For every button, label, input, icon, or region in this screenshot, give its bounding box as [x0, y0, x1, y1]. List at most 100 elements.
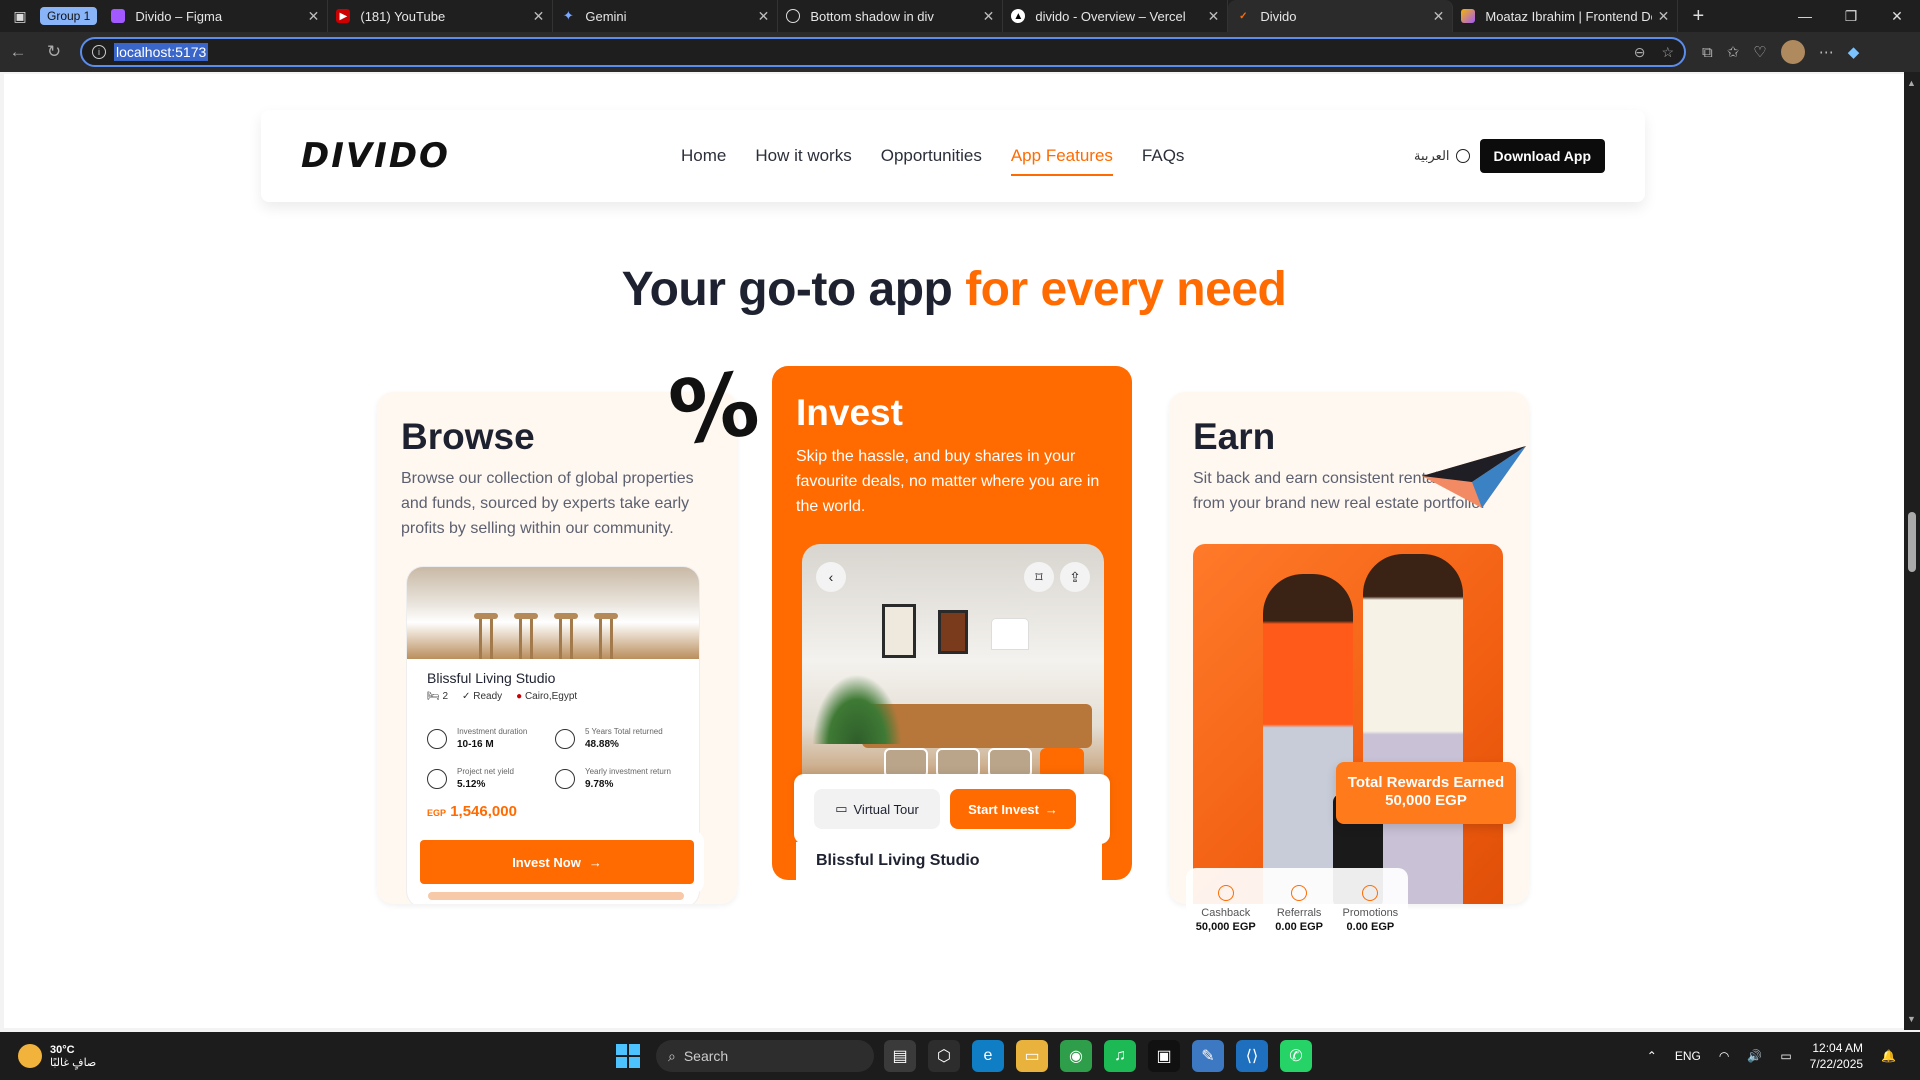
url-text[interactable]: localhost:5173: [114, 43, 209, 61]
zoom-icon[interactable]: ⊖: [1634, 44, 1646, 61]
stat-total-returned: 5 Years Total returned 48.88%: [555, 727, 663, 750]
divido-logo[interactable]: DIVIDO: [301, 136, 448, 176]
invest-now-button[interactable]: Invest Now →: [420, 840, 694, 884]
download-app-button[interactable]: Download App: [1479, 139, 1605, 173]
nav-opportunities[interactable]: Opportunities: [881, 140, 982, 172]
windows-start-icon[interactable]: [616, 1044, 640, 1068]
window-controls: — ❐ ✕: [1782, 8, 1920, 25]
close-window-icon[interactable]: ✕: [1874, 8, 1920, 25]
close-icon[interactable]: ✕: [758, 8, 770, 25]
clock[interactable]: 12:04 AM 7/22/2025: [1810, 1040, 1863, 1072]
wifi-icon[interactable]: ◠: [1719, 1049, 1729, 1063]
invest-card: Invest Skip the hassle, and buy shares i…: [772, 366, 1132, 880]
terminal-icon[interactable]: ▣: [1148, 1040, 1180, 1072]
app-icon[interactable]: ⬡: [928, 1040, 960, 1072]
clock-time: 12:04 AM: [1812, 1041, 1864, 1055]
bookmark-icon[interactable]: ⌑: [1024, 562, 1054, 592]
input-language[interactable]: ENG: [1675, 1049, 1701, 1063]
page-viewport: DIVIDO Home How it works Opportunities A…: [4, 74, 1904, 1028]
taskbar-search[interactable]: ⌕ Search: [656, 1040, 874, 1072]
close-icon[interactable]: ✕: [1658, 8, 1670, 25]
minimize-icon[interactable]: —: [1782, 8, 1828, 25]
heading-main: Your go-to app: [621, 263, 966, 316]
tab-portfolio[interactable]: Moataz Ibrahim | Frontend Dev ✕: [1453, 0, 1679, 32]
favorites-icon[interactable]: ✩: [1727, 43, 1740, 61]
stat-yearly-return: Yearly investment return 9.78%: [555, 767, 671, 790]
notifications-icon[interactable]: 🔔: [1881, 1049, 1896, 1063]
browse-card: Browse Browse our collection of global p…: [377, 392, 737, 904]
scroll-thumb[interactable]: [1908, 512, 1916, 572]
dollar-icon: [555, 729, 575, 749]
spotify-icon[interactable]: ♫: [1104, 1040, 1136, 1072]
page-scrollbar[interactable]: ▲ ▼: [1904, 72, 1920, 1030]
stat-value: 48.88%: [585, 739, 619, 750]
chrome-icon[interactable]: ◉: [1060, 1040, 1092, 1072]
extensions-icon[interactable]: ⧉: [1702, 44, 1713, 61]
nav-how-it-works[interactable]: How it works: [755, 140, 851, 172]
nav-faqs[interactable]: FAQs: [1142, 140, 1185, 172]
peach-strip: [428, 892, 684, 900]
file-explorer-icon[interactable]: ▭: [1016, 1040, 1048, 1072]
close-icon[interactable]: ✕: [983, 8, 995, 25]
chevron-up-icon[interactable]: ⌃: [1647, 1049, 1657, 1063]
new-tab-icon[interactable]: +: [1678, 0, 1718, 32]
more-icon[interactable]: ⋯: [1819, 43, 1834, 61]
beds-info: 🛏 2: [427, 691, 449, 702]
scroll-down-icon[interactable]: ▼: [1907, 1014, 1916, 1024]
invest-phone-mockup: ‹ ⌑ ⇪: [802, 544, 1104, 804]
scroll-up-icon[interactable]: ▲: [1907, 78, 1916, 88]
close-icon[interactable]: ✕: [533, 8, 545, 25]
star-icon[interactable]: ☆: [1661, 44, 1674, 61]
edge-icon[interactable]: e: [972, 1040, 1004, 1072]
tab-divido[interactable]: ✓ Divido ✕: [1228, 0, 1454, 32]
reload-icon[interactable]: ↻: [36, 42, 72, 62]
info-icon[interactable]: i: [92, 45, 106, 59]
search-icon: ⌕: [668, 1047, 676, 1064]
close-icon[interactable]: ✕: [1208, 8, 1220, 25]
status-value: Ready: [473, 691, 503, 702]
paint-icon[interactable]: ✎: [1192, 1040, 1224, 1072]
omnibox[interactable]: i localhost:5173 ⊖ ☆: [80, 37, 1686, 67]
nav-app-features[interactable]: App Features: [1010, 140, 1113, 176]
restore-icon[interactable]: ❐: [1828, 8, 1874, 25]
close-icon[interactable]: ✕: [308, 8, 320, 25]
tab-bottom-shadow[interactable]: Bottom shadow in div ✕: [778, 0, 1004, 32]
property-price: EGP 1,546,000: [427, 803, 517, 820]
health-icon[interactable]: ♡: [1753, 43, 1766, 61]
virtual-tour-button[interactable]: ▭ Virtual Tour: [814, 789, 940, 829]
status-info: ✓ Ready: [462, 691, 503, 702]
volume-icon[interactable]: 🔊: [1747, 1049, 1762, 1063]
whatsapp-icon[interactable]: ✆: [1280, 1040, 1312, 1072]
virtual-tour-label: Virtual Tour: [853, 801, 919, 817]
rewards-value: 50,000 EGP: [1385, 792, 1467, 809]
tab-youtube[interactable]: ▶ (181) YouTube ✕: [328, 0, 554, 32]
profile-avatar[interactable]: [1780, 40, 1805, 64]
tab-vercel[interactable]: ▲ divido - Overview – Vercel ✕: [1003, 0, 1229, 32]
vscode-icon[interactable]: ⟨⟩: [1236, 1040, 1268, 1072]
figma-icon: [111, 9, 126, 23]
copilot-icon[interactable]: ◆: [1848, 43, 1860, 61]
share-icon[interactable]: ⇪: [1060, 562, 1090, 592]
back-icon[interactable]: ←: [0, 42, 36, 62]
back-arrow-icon[interactable]: ‹: [816, 562, 846, 592]
nav-home[interactable]: Home: [681, 140, 726, 172]
tab-figma[interactable]: Divido – Figma ✕: [103, 0, 329, 32]
weather-widget[interactable]: 30°C صافٍ غالبًا: [18, 1044, 96, 1069]
invest-desc: Skip the hassle, and buy shares in your …: [796, 448, 1100, 515]
stat-label: Yearly investment return: [585, 767, 671, 776]
close-icon[interactable]: ✕: [1433, 8, 1445, 25]
tab-actions-icon[interactable]: ▣: [0, 0, 40, 32]
cashback-stat: Cashback 50,000 EGP: [1196, 885, 1256, 933]
taskbar: 30°C صافٍ غالبًا ⌕ Search ▤ ⬡ e ▭ ◉ ♫ ▣ ✎ …: [0, 1032, 1920, 1080]
beds-value: 2: [442, 691, 449, 702]
tab-gemini[interactable]: ✦ Gemini ✕: [553, 0, 779, 32]
battery-icon[interactable]: ▭: [1780, 1049, 1791, 1063]
cash-icon: [427, 769, 447, 789]
tab-group-chip[interactable]: Group 1: [40, 7, 98, 25]
stat-label: Promotions: [1342, 907, 1399, 919]
start-invest-button[interactable]: Start Invest →: [950, 789, 1076, 829]
pinned-apps: ▤ ⬡ e ▭ ◉ ♫ ▣ ✎ ⟨⟩ ✆: [884, 1040, 1312, 1072]
language-switch[interactable]: العربية: [1414, 148, 1470, 164]
task-view-icon[interactable]: ▤: [884, 1040, 916, 1072]
invest-title: Invest: [796, 392, 903, 433]
